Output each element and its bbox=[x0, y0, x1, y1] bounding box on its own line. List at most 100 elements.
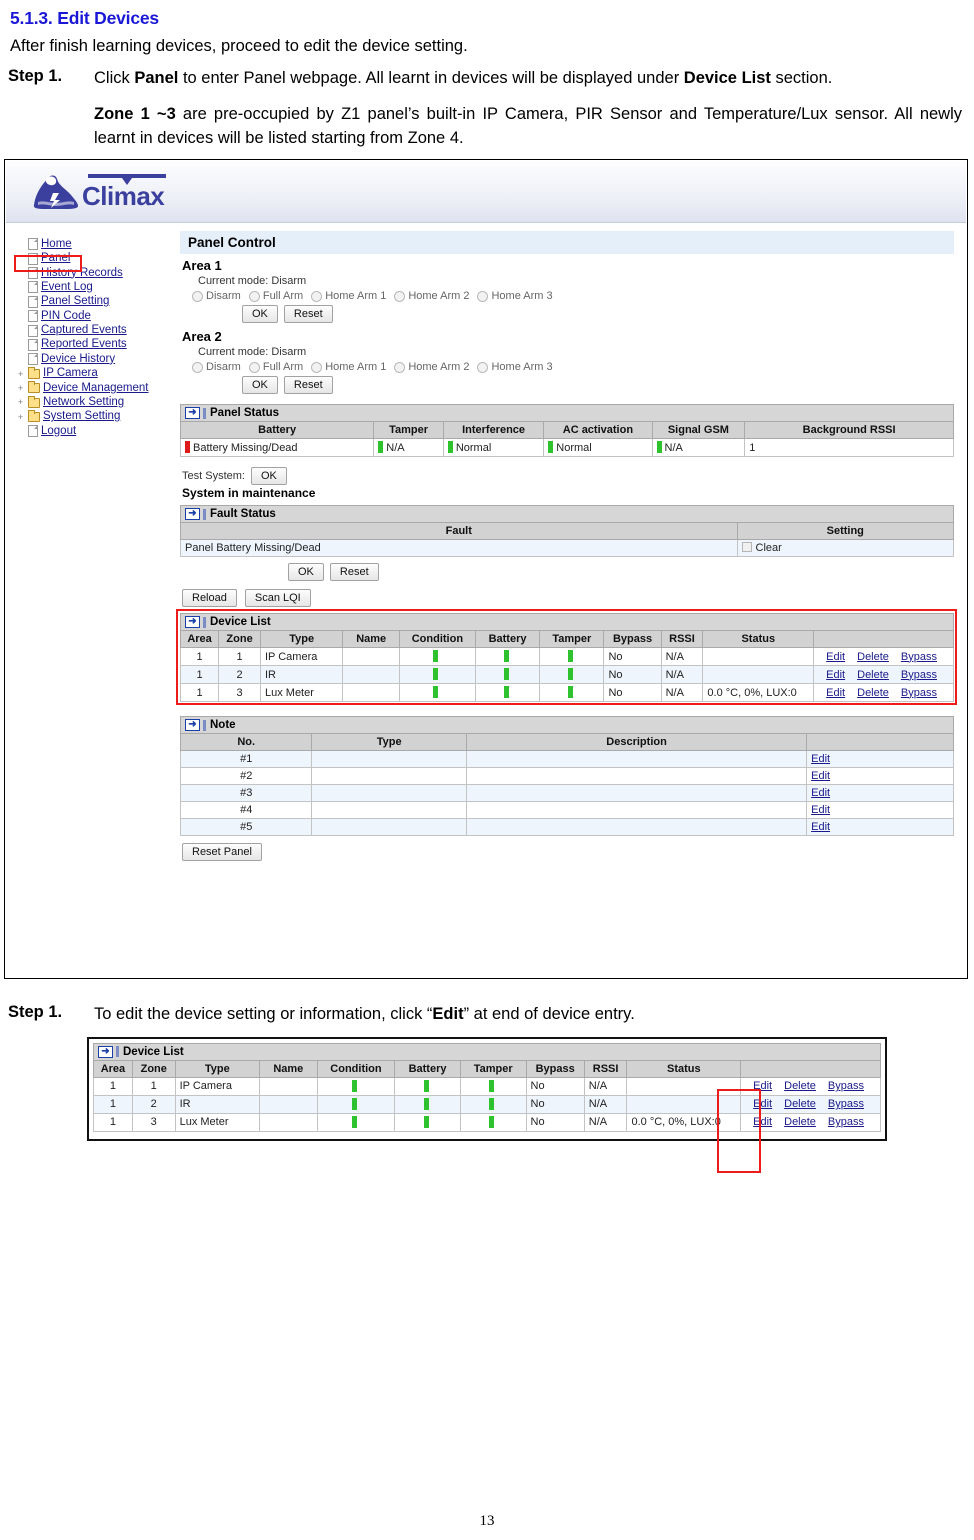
area-reset-button[interactable]: Reset bbox=[283, 376, 333, 395]
reset-panel-button[interactable]: Reset Panel bbox=[182, 843, 262, 862]
radio-button-icon[interactable] bbox=[394, 290, 406, 302]
bypass-link[interactable]: Bypass bbox=[828, 1080, 864, 1092]
sidebar-item-ip-camera[interactable]: + IP Camera bbox=[16, 366, 174, 381]
radio-option-full-arm[interactable]: Full Arm bbox=[248, 290, 303, 302]
delete-link[interactable]: Delete bbox=[784, 1080, 816, 1092]
bypass-link[interactable]: Bypass bbox=[901, 687, 937, 699]
sidebar-item-label[interactable]: Logout bbox=[41, 425, 76, 438]
radio-option-full-arm[interactable]: Full Arm bbox=[248, 361, 303, 373]
clear-checkbox[interactable] bbox=[741, 542, 752, 553]
radio-option-home-arm-3[interactable]: Home Arm 3 bbox=[477, 361, 553, 373]
actions-cell[interactable]: Edit Delete Bypass bbox=[740, 1112, 881, 1132]
radio-option-home-arm-1[interactable]: Home Arm 1 bbox=[311, 361, 386, 373]
radio-option-home-arm-2[interactable]: Home Arm 2 bbox=[394, 361, 469, 373]
sidebar-item-label[interactable]: Home bbox=[41, 238, 72, 251]
bypass-link[interactable]: Bypass bbox=[901, 669, 937, 681]
radio-option-disarm[interactable]: Disarm bbox=[192, 361, 241, 373]
edit-link[interactable]: Edit bbox=[811, 753, 830, 765]
sidebar-item-reported-events[interactable]: Reported Events bbox=[16, 338, 174, 352]
sidebar-item-label[interactable]: Captured Events bbox=[41, 324, 127, 337]
note-action-cell[interactable]: Edit bbox=[806, 767, 954, 786]
edit-link[interactable]: Edit bbox=[826, 651, 845, 663]
sidebar-item-label[interactable]: Device History bbox=[41, 353, 115, 366]
delete-link[interactable]: Delete bbox=[857, 651, 889, 663]
sidebar-item-label[interactable]: History Records bbox=[41, 267, 123, 280]
sidebar-item-label[interactable]: Panel Setting bbox=[41, 295, 109, 308]
sidebar-item-label[interactable]: Reported Events bbox=[41, 338, 127, 351]
sidebar-item-panel[interactable]: Panel bbox=[16, 251, 174, 265]
sidebar-item-label[interactable]: Event Log bbox=[41, 281, 93, 294]
sidebar-item-home[interactable]: Home bbox=[16, 237, 174, 251]
radio-option-disarm[interactable]: Disarm bbox=[192, 290, 241, 302]
sidebar-item-label[interactable]: System Setting bbox=[43, 410, 120, 423]
edit-link[interactable]: Edit bbox=[826, 687, 845, 699]
area-ok-button[interactable]: OK bbox=[242, 376, 278, 395]
note-action-cell[interactable]: Edit bbox=[806, 801, 954, 820]
edit-link[interactable]: Edit bbox=[811, 804, 830, 816]
fault-ok-button[interactable]: OK bbox=[288, 563, 324, 582]
expand-plus-icon[interactable]: + bbox=[16, 369, 25, 379]
radio-button-icon[interactable] bbox=[192, 290, 203, 302]
radio-button-icon[interactable] bbox=[311, 361, 323, 373]
arm-mode-radio-group[interactable]: Disarm Full Arm Home Arm 1 Home Arm 2 Home A… bbox=[192, 290, 954, 302]
sidebar-item-captured-events[interactable]: Captured Events bbox=[16, 323, 174, 337]
radio-button-icon[interactable] bbox=[248, 361, 260, 373]
expand-plus-icon[interactable]: + bbox=[16, 383, 25, 393]
sidebar-item-label[interactable]: Network Setting bbox=[43, 396, 124, 409]
fault-setting-cell[interactable]: Clear bbox=[736, 539, 955, 558]
delete-link[interactable]: Delete bbox=[857, 687, 889, 699]
edit-link[interactable]: Edit bbox=[811, 787, 830, 799]
edit-link[interactable]: Edit bbox=[753, 1116, 772, 1128]
area-reset-button[interactable]: Reset bbox=[283, 305, 333, 324]
delete-link[interactable]: Delete bbox=[784, 1116, 816, 1128]
bypass-link[interactable]: Bypass bbox=[901, 651, 937, 663]
sidebar-item-panel-setting[interactable]: Panel Setting bbox=[16, 295, 174, 309]
sidebar-item-label[interactable]: IP Camera bbox=[43, 367, 98, 380]
delete-link[interactable]: Delete bbox=[857, 669, 889, 681]
edit-link[interactable]: Edit bbox=[811, 821, 830, 833]
test-system-ok-button[interactable]: OK bbox=[250, 467, 287, 486]
delete-link[interactable]: Delete bbox=[784, 1098, 816, 1110]
sidebar-item-network-setting[interactable]: + Network Setting bbox=[16, 395, 174, 409]
sidebar-item-label[interactable]: PIN Code bbox=[41, 310, 91, 323]
expand-plus-icon[interactable]: + bbox=[16, 412, 25, 422]
sidebar-item-device-history[interactable]: Device History bbox=[16, 352, 174, 366]
sidebar-item-label[interactable]: Panel bbox=[41, 252, 70, 265]
reload-button[interactable]: Reload bbox=[182, 589, 237, 608]
radio-button-icon[interactable] bbox=[192, 361, 203, 373]
note-action-cell[interactable]: Edit bbox=[806, 750, 954, 769]
radio-button-icon[interactable] bbox=[311, 290, 323, 302]
radio-button-icon[interactable] bbox=[477, 361, 489, 373]
sidebar-nav[interactable]: Home Panel History Records Event Log Panel S… bbox=[6, 223, 174, 977]
scan-lqi-button[interactable]: Scan LQI bbox=[244, 589, 311, 608]
sidebar-item-system-setting[interactable]: + System Setting bbox=[16, 409, 174, 424]
edit-link[interactable]: Edit bbox=[826, 669, 845, 681]
sidebar-item-logout[interactable]: Logout bbox=[16, 424, 174, 438]
edit-link[interactable]: Edit bbox=[811, 770, 830, 782]
actions-cell[interactable]: Edit Delete Bypass bbox=[740, 1094, 881, 1114]
actions-cell[interactable]: Edit Delete Bypass bbox=[740, 1076, 881, 1096]
fault-reset-button[interactable]: Reset bbox=[329, 563, 379, 582]
edit-link[interactable]: Edit bbox=[753, 1098, 772, 1110]
radio-button-icon[interactable] bbox=[477, 290, 489, 302]
expand-plus-icon[interactable]: + bbox=[16, 398, 25, 407]
radio-button-icon[interactable] bbox=[248, 290, 260, 302]
bypass-link[interactable]: Bypass bbox=[828, 1098, 864, 1110]
bypass-link[interactable]: Bypass bbox=[828, 1116, 864, 1128]
actions-cell[interactable]: Edit Delete Bypass bbox=[813, 647, 954, 667]
sidebar-item-pin-code[interactable]: PIN Code bbox=[16, 309, 174, 323]
actions-cell[interactable]: Edit Delete Bypass bbox=[813, 665, 954, 685]
edit-link[interactable]: Edit bbox=[753, 1080, 772, 1092]
sidebar-item-device-management[interactable]: + Device Management bbox=[16, 381, 174, 395]
radio-button-icon[interactable] bbox=[394, 361, 406, 373]
sidebar-item-event-log[interactable]: Event Log bbox=[16, 280, 174, 294]
sidebar-item-history-records[interactable]: History Records bbox=[16, 266, 174, 280]
note-action-cell[interactable]: Edit bbox=[806, 818, 954, 837]
radio-option-home-arm-3[interactable]: Home Arm 3 bbox=[477, 290, 553, 302]
radio-option-home-arm-2[interactable]: Home Arm 2 bbox=[394, 290, 469, 302]
sidebar-item-label[interactable]: Device Management bbox=[43, 382, 148, 395]
radio-option-home-arm-1[interactable]: Home Arm 1 bbox=[311, 290, 386, 302]
arm-mode-radio-group[interactable]: Disarm Full Arm Home Arm 1 Home Arm 2 Home A… bbox=[192, 361, 954, 373]
area-ok-button[interactable]: OK bbox=[242, 305, 278, 324]
note-action-cell[interactable]: Edit bbox=[806, 784, 954, 803]
